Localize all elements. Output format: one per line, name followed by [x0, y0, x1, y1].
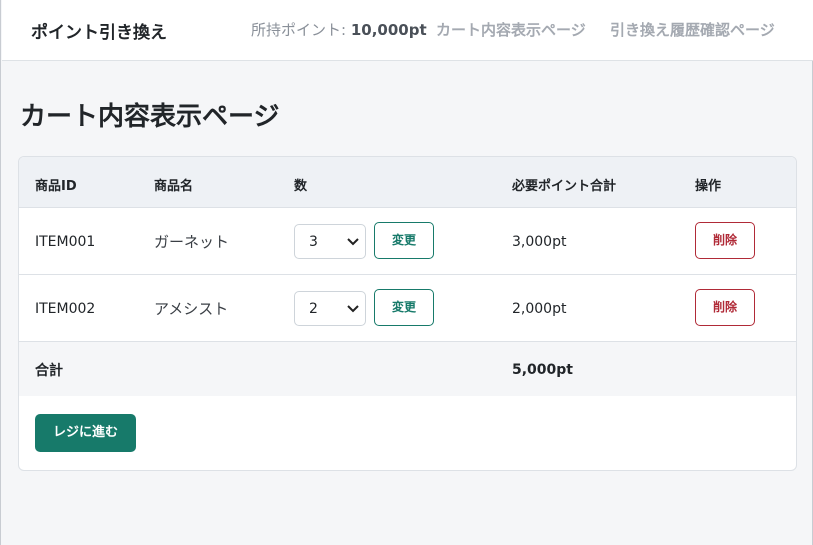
points-display: 所持ポイント: 10,000pt: [251, 19, 427, 40]
points-label: 所持ポイント:: [251, 21, 351, 39]
table-row: ITEM002 アメシスト 2 変更 2,000pt 削除: [19, 275, 796, 342]
header-item-id: 商品ID: [35, 179, 77, 194]
cart-card: 商品ID 商品名 数 必要ポイント合計 操作 ITEM001 ガーネット 3 変…: [18, 156, 797, 471]
item-name: ガーネット: [154, 233, 230, 251]
quantity-select[interactable]: 2: [294, 291, 366, 326]
change-quantity-button[interactable]: 変更: [374, 289, 434, 326]
chevron-down-icon: [347, 238, 359, 246]
checkout-button[interactable]: レジに進む: [35, 414, 136, 452]
quantity-value: 2: [309, 301, 318, 317]
table-header: 商品ID 商品名 数 必要ポイント合計 操作: [19, 157, 796, 208]
header-item-name: 商品名: [154, 179, 194, 194]
points-value: 10,000pt: [350, 21, 427, 39]
delete-button[interactable]: 削除: [695, 222, 755, 259]
nav-link-cart[interactable]: カート内容表示ページ: [436, 19, 586, 40]
delete-button[interactable]: 削除: [695, 289, 755, 326]
item-id: ITEM001: [35, 234, 96, 250]
chevron-down-icon: [347, 305, 359, 313]
item-name: アメシスト: [154, 300, 229, 318]
nav-link-history[interactable]: 引き換え履歴確認ページ: [610, 19, 775, 40]
points-total: 3,000pt: [512, 234, 567, 250]
item-id: ITEM002: [35, 301, 96, 317]
brand-title[interactable]: ポイント引き換え: [31, 18, 167, 43]
change-quantity-button[interactable]: 変更: [374, 222, 434, 259]
header-quantity: 数: [294, 179, 308, 194]
quantity-select[interactable]: 3: [294, 224, 366, 259]
total-label: 合計: [35, 363, 63, 379]
total-value: 5,000pt: [512, 362, 573, 378]
app-frame: ポイント引き換え 所持ポイント: 10,000pt カート内容表示ページ 引き換…: [0, 0, 813, 545]
header-points-total: 必要ポイント合計: [512, 179, 617, 194]
header-actions: 操作: [695, 179, 722, 194]
page-title: カート内容表示ページ: [20, 102, 280, 132]
points-total: 2,000pt: [512, 301, 567, 317]
navbar: ポイント引き換え 所持ポイント: 10,000pt カート内容表示ページ 引き換…: [2, 0, 813, 61]
quantity-value: 3: [309, 234, 318, 250]
table-row: ITEM001 ガーネット 3 変更 3,000pt 削除: [19, 208, 796, 275]
total-row: 合計 5,000pt: [19, 342, 796, 396]
